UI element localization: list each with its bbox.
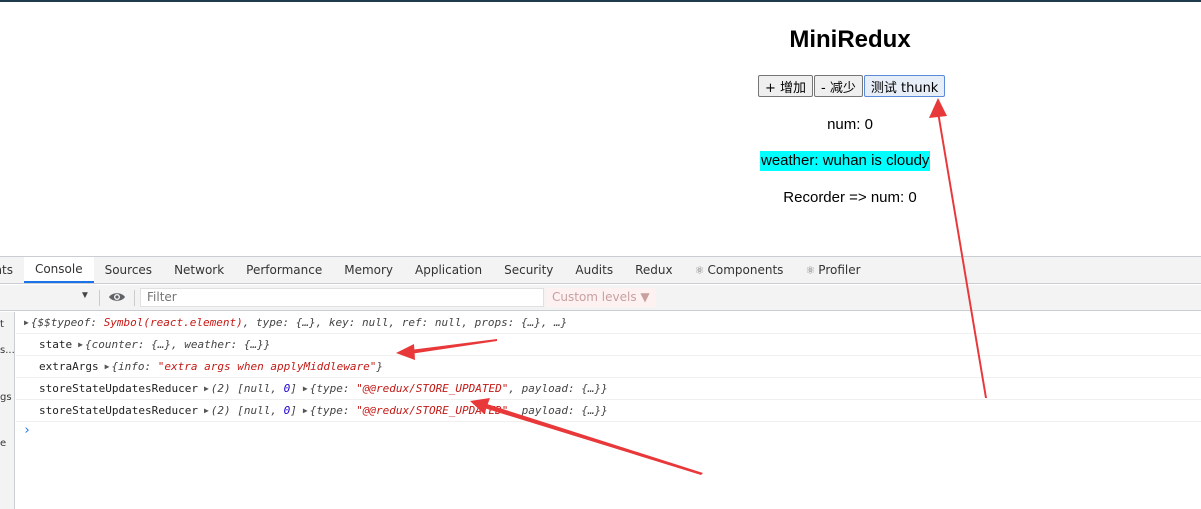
log-levels-dropdown[interactable]: Custom levels ▼ xyxy=(546,288,656,307)
tab-application[interactable]: Application xyxy=(404,257,493,283)
app-area: MiniRedux + 增加 - 减少 测试 thunk num: 0 weat… xyxy=(0,2,1201,254)
recorder-display: Recorder => num: 0 xyxy=(783,189,917,206)
devtools-tabbar: ents Console Sources Network Performance… xyxy=(0,257,1201,284)
tab-elements[interactable]: ents xyxy=(0,257,24,283)
expand-triangle-icon[interactable]: ▶ xyxy=(105,362,110,371)
tab-performance[interactable]: Performance xyxy=(235,257,333,283)
expand-triangle-icon[interactable]: ▶ xyxy=(303,406,308,415)
toolbar-divider xyxy=(134,290,135,306)
tab-sources[interactable]: Sources xyxy=(94,257,163,283)
console-line[interactable]: storeStateUpdatesReducer ▶ (2) [null, 0] ▶{… xyxy=(16,378,1201,400)
console-line[interactable]: extraArgs ▶ {info: "extra args when applyM… xyxy=(16,356,1201,378)
context-dropdown-caret-icon[interactable]: ▼ xyxy=(80,290,90,301)
weather-display: weather: wuhan is cloudy xyxy=(760,151,931,171)
tab-network[interactable]: Network xyxy=(163,257,235,283)
tab-profiler[interactable]: ⚛ Profiler xyxy=(794,257,871,283)
expand-triangle-icon[interactable]: ▶ xyxy=(303,384,308,393)
react-atom-icon: ⚛ xyxy=(805,263,816,277)
sidebar-fragment[interactable]: gs xyxy=(0,392,12,403)
console-output: ▶ {$$typeof: Symbol(react.element), type:… xyxy=(16,312,1201,509)
devtools-panel: ents Console Sources Network Performance… xyxy=(0,256,1201,509)
decrement-button[interactable]: - 减少 xyxy=(814,75,863,97)
tab-components[interactable]: ⚛ Components xyxy=(684,257,795,283)
tab-audits[interactable]: Audits xyxy=(564,257,624,283)
console-line[interactable]: state ▶ {counter: {…}, weather: {…}} xyxy=(16,334,1201,356)
tab-redux[interactable]: Redux xyxy=(624,257,684,283)
test-thunk-button[interactable]: 测试 thunk xyxy=(863,75,946,97)
toolbar-divider xyxy=(99,290,100,306)
num-display: num: 0 xyxy=(827,116,873,133)
increment-button[interactable]: + 增加 xyxy=(758,75,814,97)
sidebar-fragment[interactable]: t xyxy=(0,319,4,330)
console-toolbar: ▼ Filter Custom levels ▼ xyxy=(0,285,1201,311)
console-line[interactable]: ▶ {$$typeof: Symbol(react.element), type:… xyxy=(16,312,1201,334)
sidebar-fragment[interactable]: e xyxy=(0,438,6,449)
expand-triangle-icon[interactable]: ▶ xyxy=(204,384,209,393)
expand-triangle-icon[interactable]: ▶ xyxy=(78,340,83,349)
button-row: + 增加 - 减少 测试 thunk xyxy=(758,75,946,97)
react-atom-icon: ⚛ xyxy=(694,263,705,277)
filter-input[interactable]: Filter xyxy=(140,288,544,307)
tab-console[interactable]: Console xyxy=(23,257,94,283)
console-line[interactable]: storeStateUpdatesReducer ▶ (2) [null, 0] ▶{… xyxy=(16,400,1201,422)
console-sidebar: t s... gs e xyxy=(0,312,15,509)
tab-security[interactable]: Security xyxy=(493,257,564,283)
eye-icon[interactable] xyxy=(108,288,126,306)
expand-triangle-icon[interactable]: ▶ xyxy=(24,318,29,327)
console-prompt[interactable]: › xyxy=(23,423,31,438)
tab-memory[interactable]: Memory xyxy=(333,257,404,283)
page-title: MiniRedux xyxy=(789,26,911,53)
sidebar-fragment[interactable]: s... xyxy=(0,345,14,356)
expand-triangle-icon[interactable]: ▶ xyxy=(204,406,209,415)
